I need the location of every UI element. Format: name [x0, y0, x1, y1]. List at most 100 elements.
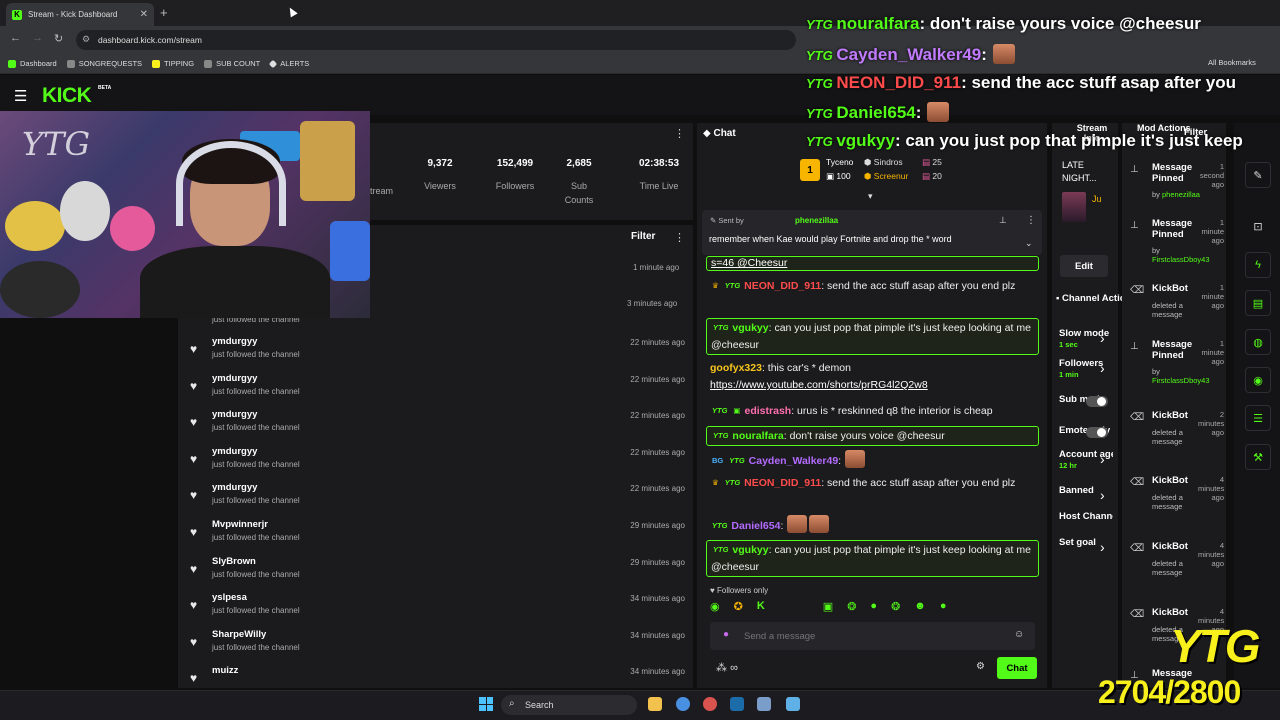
mic-icon[interactable]: ●	[723, 629, 729, 640]
follower-name[interactable]: SlyBrown	[212, 556, 256, 567]
pinned-more-icon[interactable]: ⋮	[1026, 215, 1036, 226]
follower-name[interactable]: ymdurgyy	[212, 409, 257, 420]
emote-icon[interactable]: ▣	[823, 600, 833, 616]
bookmark-dashboard[interactable]: Dashboard	[8, 59, 57, 68]
feed-filter-button[interactable]: Filter	[631, 231, 655, 242]
broadcast-icon[interactable]: ◉	[1245, 367, 1271, 393]
emote-icon[interactable]: ●	[940, 600, 947, 616]
wrench-icon[interactable]: ⚒	[1245, 444, 1271, 470]
bookmark-label: TIPPING	[164, 59, 195, 68]
send-chat-button[interactable]: Chat	[997, 657, 1037, 679]
follower-name[interactable]: ymdurgyy	[212, 373, 257, 384]
chat-username[interactable]: nouralfara	[732, 430, 783, 442]
chat-username[interactable]: NEON_DID_911	[744, 280, 821, 292]
mod-action-user[interactable]: FirstclassDboy43	[1152, 255, 1210, 264]
bookmark-tipping[interactable]: TIPPING	[152, 59, 194, 68]
site-info-icon[interactable]: ⚙	[82, 34, 90, 45]
follower-name[interactable]: yslpesa	[212, 592, 247, 603]
kick-logo[interactable]: KICK	[42, 84, 92, 108]
back-icon[interactable]: ←	[10, 32, 21, 44]
emote-icon[interactable]: ◉	[710, 600, 720, 616]
chrome-icon[interactable]	[676, 697, 690, 711]
new-tab-icon[interactable]: +	[160, 5, 168, 20]
chat-username[interactable]: Cayden_Walker49	[749, 455, 839, 467]
channel-action[interactable]: Host Channel	[1059, 511, 1113, 522]
overlay-username: vgukyy	[836, 131, 895, 150]
list-icon[interactable]: ☰	[1245, 405, 1271, 431]
chat-username[interactable]: vgukyy	[732, 544, 768, 556]
mod-action-user[interactable]: FirstclassDboy43	[1152, 376, 1210, 385]
edit-pencil-icon[interactable]: ✎	[1245, 162, 1271, 188]
taskbar-search[interactable]: Search	[501, 695, 637, 715]
follower-name[interactable]: ymdurgyy	[212, 336, 257, 347]
chevron-right-icon[interactable]: ›	[1100, 539, 1105, 555]
toggle-switch[interactable]	[1086, 427, 1108, 438]
all-bookmarks-button[interactable]: All Bookmarks	[1208, 58, 1256, 67]
forward-icon[interactable]: →	[32, 32, 43, 44]
chat-bubble-icon[interactable]: ◍	[1245, 329, 1271, 355]
close-icon[interactable]: ✕	[140, 9, 148, 20]
emote-icon[interactable]: ❂	[891, 600, 900, 616]
bookmark-alerts[interactable]: ALERTS	[268, 59, 309, 68]
emote-icon[interactable]: ❂	[847, 600, 856, 616]
chat-message: s=46 @Cheesur	[706, 256, 1039, 271]
chat-username[interactable]: goofyx323	[710, 362, 762, 374]
steam-icon[interactable]	[730, 697, 744, 711]
file-explorer-icon[interactable]	[648, 697, 662, 711]
crown-badge-icon: ♛	[712, 281, 719, 290]
more-options-icon[interactable]: ⋮	[674, 127, 685, 140]
chevron-right-icon[interactable]: ›	[1100, 330, 1105, 346]
chevron-right-icon[interactable]: ›	[1100, 451, 1105, 467]
goal-brand-text: YTG	[1170, 620, 1261, 672]
pinned-user[interactable]: phenezillaa	[795, 216, 838, 225]
browser-tab[interactable]: K Stream - Kick Dashboard ✕	[6, 3, 154, 26]
chat-message: YTG ▣ edistrash: urus is * reskinned q8 th…	[706, 402, 1039, 420]
kick-emote-icon[interactable]: K	[757, 600, 765, 616]
chat-username[interactable]: vgukyy	[732, 322, 768, 334]
chat-link[interactable]: https://www.youtube.com/shorts/prRG4l2Q2…	[710, 379, 928, 391]
toggle-switch[interactable]	[1086, 396, 1108, 407]
emote-icon[interactable]: ☻	[914, 600, 926, 616]
chat-settings-gear-icon[interactable]: ⚙	[976, 661, 985, 672]
menu-icon[interactable]: ☰	[14, 87, 27, 105]
lightning-icon[interactable]: ϟ	[1245, 252, 1271, 278]
notepad-icon[interactable]	[786, 697, 800, 711]
follower-name[interactable]: SharpeWilly	[212, 629, 266, 640]
chevron-right-icon[interactable]: ›	[1100, 360, 1105, 376]
heart-icon: ♥	[190, 598, 198, 613]
expand-chevron-icon[interactable]: ▾	[868, 191, 873, 202]
feed-more-icon[interactable]: ⋮	[674, 231, 685, 244]
chat-username[interactable]: Daniel654	[731, 520, 780, 532]
document-icon[interactable]: ▤	[1245, 290, 1271, 316]
ytg-badge-icon: YTG	[806, 134, 837, 149]
pinned-collapse-icon[interactable]: ⌄	[1025, 238, 1033, 249]
chat-username[interactable]: edistrash	[745, 405, 792, 417]
follower-name[interactable]: ymdurgyy	[212, 482, 257, 493]
mod-action-title: Message Pinned	[1152, 162, 1193, 184]
obs-icon[interactable]	[703, 697, 717, 711]
emote-icon[interactable]: ●	[870, 600, 877, 616]
target-icon[interactable]: ⊡	[1245, 213, 1271, 239]
emoji-icon[interactable]: ☺	[1014, 629, 1024, 640]
reload-icon[interactable]: ↻	[54, 32, 63, 45]
windows-start-icon[interactable]	[479, 697, 493, 711]
follow-action: just followed the channel	[212, 386, 300, 396]
follower-name[interactable]: ymdurgyy	[212, 446, 257, 457]
pin-icon[interactable]: ⊥	[999, 215, 1007, 226]
bookmark-sub-count[interactable]: SUB COUNT	[204, 59, 260, 68]
ytg-badge-icon: YTG	[806, 76, 837, 91]
chat-username[interactable]: NEON_DID_911	[744, 477, 821, 489]
chevron-right-icon[interactable]: ›	[1100, 487, 1105, 503]
bookmark-songrequests[interactable]: SONGREQUESTS	[66, 59, 142, 68]
follower-name[interactable]: Mvpwinnerjr	[212, 519, 268, 530]
emote-icon[interactable]: ✪	[734, 600, 743, 616]
infinity-icon[interactable]: ⁂ ∞	[716, 661, 738, 674]
mod-action-user[interactable]: phenezillaa	[1162, 190, 1200, 199]
follow-action: just followed the channel	[212, 350, 300, 359]
settings-icon[interactable]	[757, 697, 771, 711]
chat-input[interactable]	[710, 622, 1035, 650]
follower-name[interactable]: muizz	[212, 665, 238, 676]
leader-name: ⬢ Screenur	[864, 171, 909, 181]
url-input[interactable]: dashboard.kick.com/stream	[76, 30, 796, 50]
edit-stream-button[interactable]: Edit	[1060, 255, 1108, 277]
